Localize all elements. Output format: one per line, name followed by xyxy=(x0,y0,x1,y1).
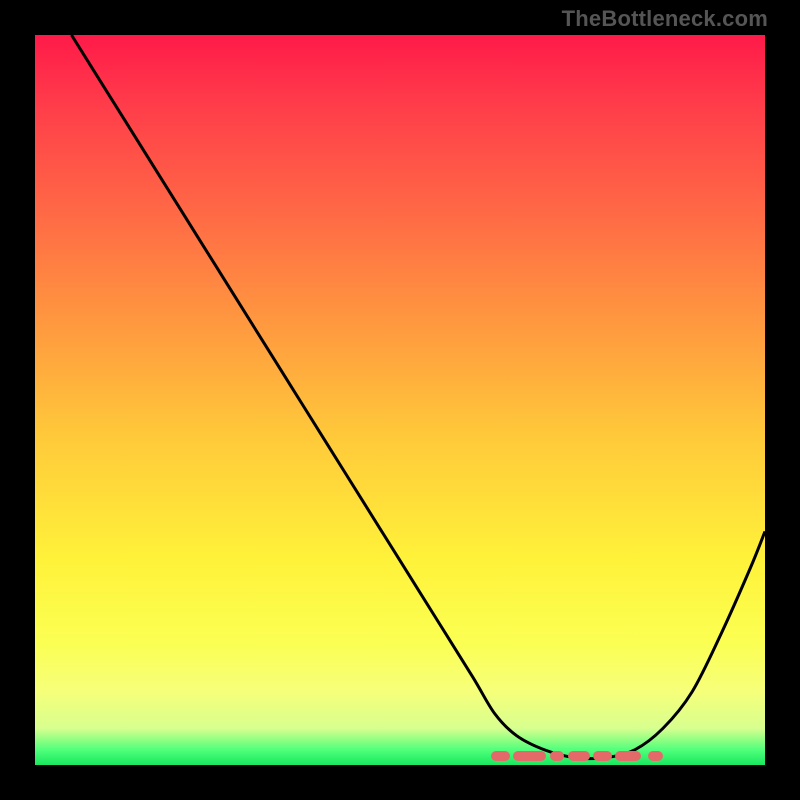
bottleneck-curve xyxy=(35,35,765,765)
watermark-text: TheBottleneck.com xyxy=(562,6,768,32)
optimal-marker xyxy=(568,751,590,761)
optimal-marker xyxy=(513,751,546,761)
optimal-marker xyxy=(593,751,611,761)
optimal-marker xyxy=(550,751,565,761)
optimal-marker xyxy=(615,751,641,761)
optimal-marker xyxy=(648,751,663,761)
chart-plot-area xyxy=(35,35,765,765)
optimal-marker xyxy=(491,751,509,761)
